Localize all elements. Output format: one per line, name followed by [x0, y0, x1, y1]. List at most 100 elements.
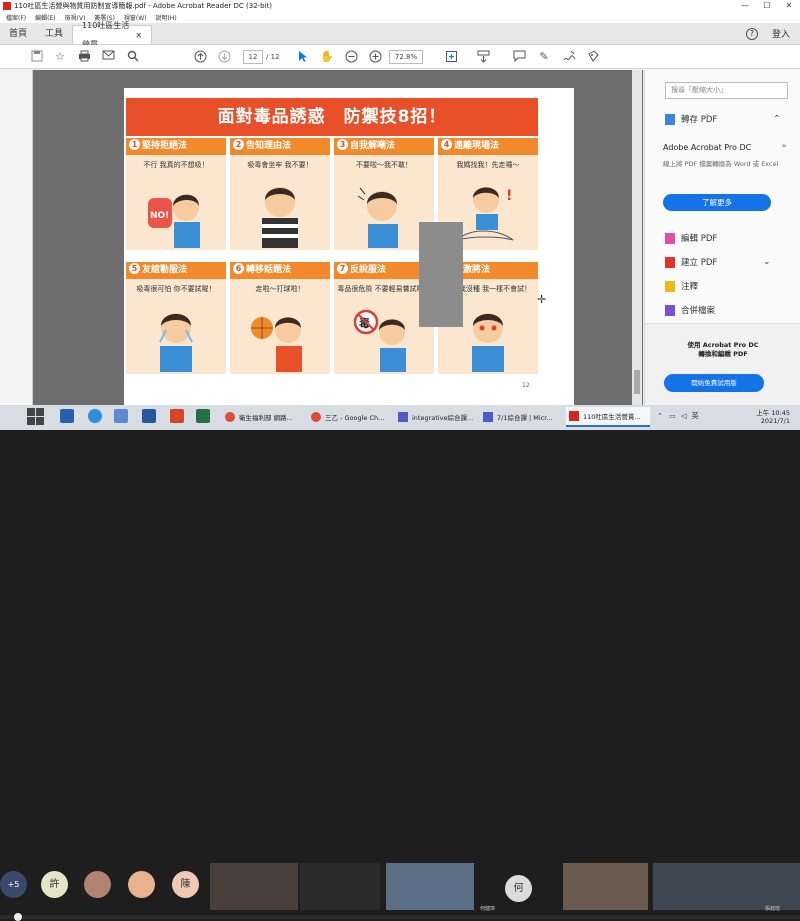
tools-search-input[interactable]: 搜尋「壓縮大小」 [665, 82, 788, 99]
acrobat-icon [569, 411, 579, 421]
scroll-mode-icon[interactable] [476, 50, 490, 64]
participant-avatar[interactable]: 陳 [172, 871, 199, 898]
chat-icon: ❝ [782, 143, 787, 152]
tray-chevron-icon[interactable]: ⌃ [657, 412, 663, 420]
edit-pdf-item[interactable]: 編輯 PDF [665, 230, 717, 246]
close-button[interactable]: ✕ [778, 0, 800, 12]
poster: 面對毒品誘惑 防禦技8招！ 1 堅持拒絕法 不行 我真的不想吸！ NO! 2 告… [126, 98, 538, 374]
participant-video-tile[interactable] [210, 863, 298, 910]
select-cursor-icon[interactable] [296, 50, 310, 64]
menu-edit[interactable]: 編輯(E) [35, 13, 55, 22]
next-page-icon[interactable] [217, 50, 231, 64]
participant-video-tile[interactable] [563, 863, 648, 910]
hand-tool-icon[interactable]: ✋ [320, 50, 334, 64]
signin-link[interactable]: 登入 [772, 27, 790, 40]
network-icon[interactable]: ▭ [669, 412, 676, 420]
recording-progress-bar[interactable] [0, 913, 800, 921]
teams-icon [398, 412, 408, 422]
search-taskbar-icon[interactable] [60, 409, 74, 423]
create-pdf-item[interactable]: 建立 PDF ⌄ [665, 254, 770, 270]
progress-handle[interactable] [14, 913, 22, 921]
boy-scratching-head-illustration [357, 187, 398, 248]
right-tools-panel: 搜尋「壓縮大小」 轉存 PDF ⌃ Adobe Acrobat Pro DC ❝… [644, 70, 800, 405]
method-caption: 不要啦～我不敢！ [356, 161, 412, 169]
save-icon[interactable] [30, 50, 44, 64]
participant-video-tile[interactable] [653, 863, 800, 910]
svg-text:NO!: NO! [150, 211, 169, 221]
page-number-input[interactable]: 12 [243, 50, 263, 64]
previous-page-icon[interactable] [193, 50, 207, 64]
learn-more-button[interactable]: 了解更多 [663, 194, 771, 211]
taskbar-app-teams-2[interactable]: 7/1綜合課 | Micr... [480, 407, 562, 427]
search-icon[interactable] [126, 50, 140, 64]
participant-avatar[interactable]: 許 [41, 871, 68, 898]
tab-bar: 首頁 工具 110吐區生活營貫... ✕ ? 登入 [0, 21, 800, 49]
method-header: 2 告知理由法 [230, 138, 330, 155]
taskbar-app-teams-1[interactable]: integrative綜合課... [395, 407, 477, 427]
teams-icon [483, 412, 493, 422]
taskbar-app-chrome-2[interactable]: 三乙 - Google Ch... [308, 407, 390, 427]
tab-tools[interactable]: 工具 [36, 25, 72, 44]
method-caption: 不行 我真的不想吸！ [143, 161, 209, 169]
participant-name: 張鈺瑄 [765, 906, 781, 912]
export-pdf-item[interactable]: 轉存 PDF ⌃ [665, 111, 780, 127]
method-card: 2 告知理由法 吸毒會坐牢 我不要！ [230, 138, 330, 250]
zoom-out-icon[interactable] [344, 50, 358, 64]
combine-files-icon [665, 304, 675, 316]
boy-in-prison-clothes-illustration [262, 187, 298, 248]
ime-indicator[interactable]: 英 [692, 412, 699, 420]
method-caption: 走啦～打球啦！ [255, 285, 305, 293]
clock[interactable]: 上午 10:45 2021/7/1 [756, 409, 790, 425]
bottom-promo: 使用 Acrobat Pro DC 轉換和編輯 PDF 開始免費試用版 [645, 323, 800, 405]
vertical-scrollbar[interactable] [632, 70, 642, 405]
close-tab-icon[interactable]: ✕ [135, 26, 142, 45]
bookmark-star-icon[interactable]: ☆ [53, 50, 67, 64]
taskbar-app-acrobat[interactable]: 110吐區生活營貫... [566, 407, 650, 427]
print-icon[interactable] [77, 50, 91, 64]
sign-icon[interactable] [562, 50, 576, 64]
method-header: 1 堅持拒絕法 [126, 138, 226, 155]
participant-video-tile[interactable] [386, 863, 474, 910]
pdf-page-number: 12 [522, 382, 530, 389]
poster-title: 面對毒品誘惑 防禦技8招！ [126, 98, 538, 136]
combine-files-item[interactable]: 合併檔案 [665, 302, 715, 318]
share-icon[interactable] [586, 50, 600, 64]
boy-with-basketball-illustration [251, 317, 302, 372]
menu-file[interactable]: 檔案(F) [6, 13, 26, 22]
word-icon[interactable] [142, 409, 156, 423]
minimize-button[interactable]: — [734, 0, 756, 12]
volume-icon[interactable]: ◁ [681, 412, 686, 420]
zoom-level-dropdown[interactable]: 72.8% [389, 50, 423, 64]
more-participants-badge[interactable]: +5 [0, 871, 27, 898]
explorer-icon[interactable] [114, 409, 128, 423]
comment-item[interactable]: 注釋 [665, 278, 698, 294]
taskbar-app-chrome-1[interactable]: 衛生福利部 網路... [222, 407, 302, 427]
fit-page-icon[interactable] [444, 50, 458, 64]
edge-icon[interactable] [88, 409, 102, 423]
participant-photo-avatar[interactable] [84, 871, 111, 898]
menu-help[interactable]: 說明(H) [156, 13, 177, 22]
scrollbar-thumb[interactable] [634, 370, 640, 394]
create-pdf-icon [665, 256, 675, 268]
chevron-down-icon[interactable]: ⌄ [763, 257, 770, 267]
participant-photo-avatar[interactable] [128, 871, 155, 898]
zoom-in-icon[interactable] [368, 50, 382, 64]
tab-home[interactable]: 首頁 [0, 25, 36, 44]
help-icon[interactable]: ? [745, 27, 758, 40]
acrobat-pro-description: 線上將 PDF 檔案轉換為 Word 或 Excel [663, 160, 779, 168]
highlight-pen-icon[interactable]: ✎ [537, 50, 551, 64]
participant-avatar[interactable]: 何 [505, 875, 532, 902]
excel-icon[interactable] [196, 409, 210, 423]
email-icon[interactable] [101, 50, 115, 64]
left-navigation-strip [0, 70, 33, 405]
participant-video-tile[interactable] [300, 863, 380, 910]
free-trial-button[interactable]: 開始免費試用版 [664, 374, 764, 392]
document-view[interactable]: 面對毒品誘惑 防禦技8招！ 1 堅持拒絕法 不行 我真的不想吸！ NO! 2 告… [33, 70, 643, 405]
tab-document[interactable]: 110吐區生活營貫... ✕ [72, 21, 153, 49]
windows-start-icon[interactable] [27, 408, 44, 425]
system-tray: ⌃ ▭ ◁ 英 [657, 411, 699, 421]
comment-icon[interactable] [512, 50, 526, 64]
edit-pdf-icon [665, 232, 675, 244]
powerpoint-icon[interactable] [170, 409, 184, 423]
maximize-button[interactable]: ☐ [756, 0, 778, 12]
